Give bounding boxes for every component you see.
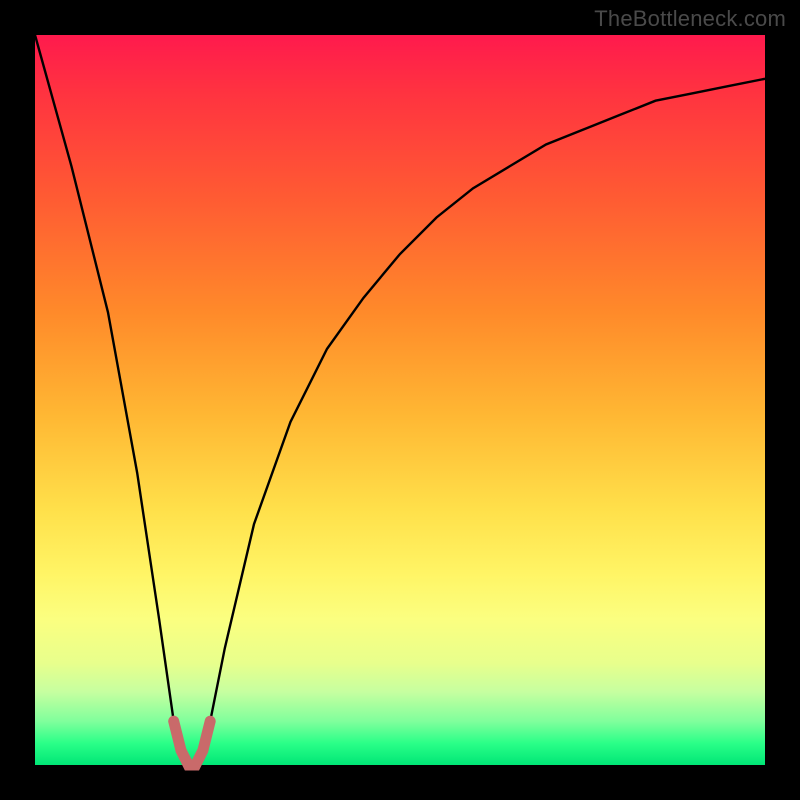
bottleneck-curve	[35, 35, 765, 765]
plot-area	[35, 35, 765, 765]
watermark-text: TheBottleneck.com	[594, 6, 786, 32]
chart-frame: TheBottleneck.com	[0, 0, 800, 800]
curve-layer	[35, 35, 765, 765]
dip-marker	[174, 721, 211, 765]
